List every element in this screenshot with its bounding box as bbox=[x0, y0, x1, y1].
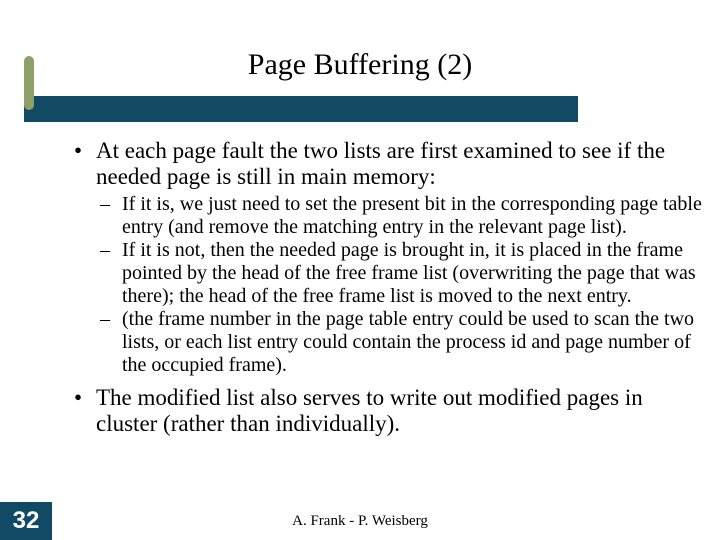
sub-bullet-text: (the frame number in the page table entr… bbox=[122, 308, 694, 376]
sub-bullet-item: If it is not, then the needed page is br… bbox=[96, 239, 702, 308]
bullet-item: The modified list also serves to write o… bbox=[72, 385, 702, 438]
bullet-item: At each page fault the two lists are fir… bbox=[72, 138, 702, 377]
title-area: Page Buffering (2) bbox=[0, 0, 720, 82]
title-band bbox=[24, 96, 578, 122]
sub-bullet-item: If it is, we just need to set the presen… bbox=[96, 193, 702, 239]
bullet-list: At each page fault the two lists are fir… bbox=[72, 138, 702, 438]
sub-bullet-item: (the frame number in the page table entr… bbox=[96, 308, 702, 377]
sub-bullet-text: If it is not, then the needed page is br… bbox=[122, 239, 696, 307]
accent-bar bbox=[24, 56, 34, 110]
bullet-text: At each page fault the two lists are fir… bbox=[96, 138, 665, 189]
slide-title: Page Buffering (2) bbox=[0, 48, 720, 82]
footer-text: A. Frank - P. Weisberg bbox=[0, 513, 720, 530]
content-area: At each page fault the two lists are fir… bbox=[72, 136, 702, 438]
sub-bullet-text: If it is, we just need to set the presen… bbox=[122, 193, 702, 238]
sub-bullet-list: If it is, we just need to set the presen… bbox=[96, 193, 702, 377]
slide: Page Buffering (2) At each page fault th… bbox=[0, 0, 720, 540]
bullet-text: The modified list also serves to write o… bbox=[96, 385, 643, 436]
